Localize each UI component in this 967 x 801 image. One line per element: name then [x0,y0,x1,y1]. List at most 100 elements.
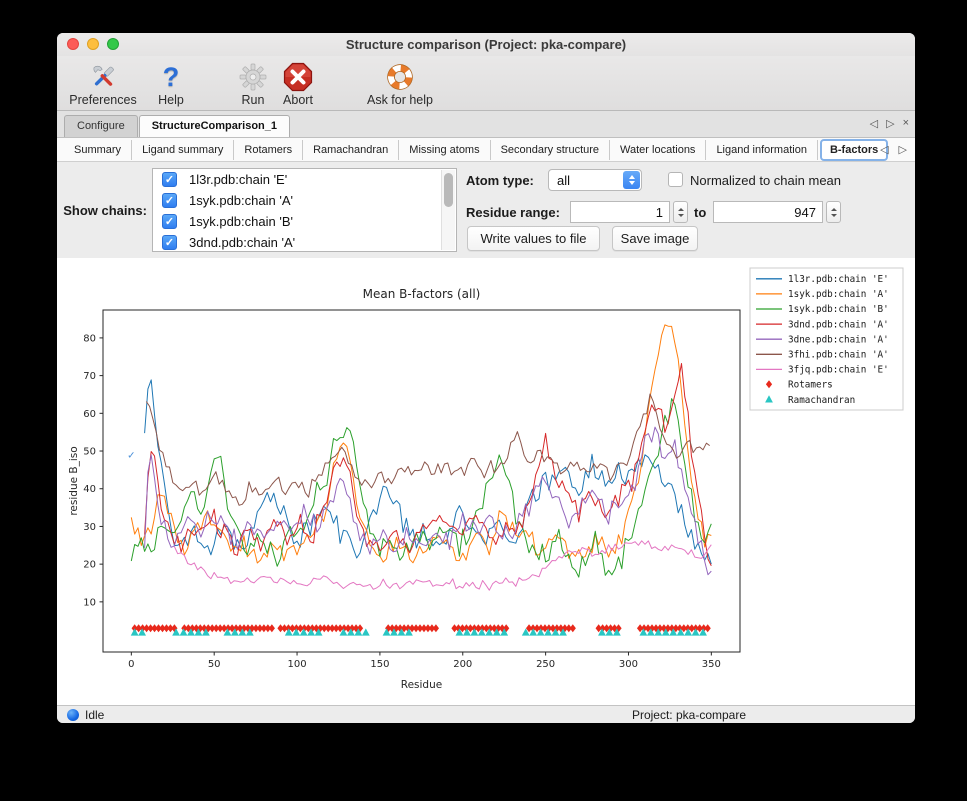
dropdown-stepper-icon [623,171,640,189]
y-tick-label: 80 [83,333,96,344]
toolbar: Preferences ? Help Run [57,56,915,111]
residue-to-input[interactable]: 947 [713,201,823,223]
y-tick-label: 40 [83,484,96,495]
abort-button[interactable]: Abort [275,62,321,107]
report-tab-b-factors[interactable]: B-factors [820,139,888,161]
chain-label: 1l3r.pdb:chain 'E' [189,172,287,187]
tab-bar-controls: ◁ ▷ × [870,117,909,130]
lifebuoy-icon [385,62,415,92]
chain-row[interactable]: ✓ 1syk.pdb:chain 'A' [153,190,456,211]
preferences-button[interactable]: Preferences [65,62,141,107]
show-chains-list[interactable]: ✓ 1l3r.pdb:chain 'E' ✓ 1syk.pdb:chain 'A' ✓ 1… [152,168,457,252]
scrollbar-thumb[interactable] [444,173,453,207]
y-tick-label: 50 [83,447,96,458]
residue-to-stepper[interactable] [826,201,841,223]
chain-checkbox[interactable]: ✓ [162,214,177,229]
report-tab-rotamers[interactable]: Rotamers [234,140,303,160]
chain-rows: ✓ 1l3r.pdb:chain 'E' ✓ 1syk.pdb:chain 'A' ✓ 1… [153,169,456,252]
report-tab-missing-atoms[interactable]: Missing atoms [399,140,490,160]
report-tab-ramachandran[interactable]: Ramachandran [303,140,399,160]
x-tick-label: 150 [370,659,389,670]
legend-entry-label: Rotamers [788,380,833,391]
abort-label: Abort [283,93,313,107]
title-bar: Structure comparison (Project: pka-compa… [57,33,915,56]
chain-checkbox[interactable]: ✓ [162,193,177,208]
tab-close-icon[interactable]: × [903,117,909,130]
y-tick-label: 60 [83,409,96,420]
x-tick-label: 50 [208,659,221,670]
y-tick-label: 70 [83,371,96,382]
report-tabs: SummaryLigand summaryRotamersRamachandra… [64,139,890,161]
help-button[interactable]: ? Help [151,62,191,107]
legend-entry-label: 1syk.pdb:chain 'A' [788,289,889,300]
x-tick-label: 200 [453,659,472,670]
y-tick-label: 10 [83,597,96,608]
write-values-button[interactable]: Write values to file [467,226,600,251]
chain-checkbox[interactable]: ✓ [162,235,177,250]
stray-check-mark: ✓ [127,451,135,462]
x-tick-label: 300 [619,659,638,670]
legend-entry-label: 3fjq.pdb:chain 'E' [788,365,889,376]
run-button[interactable]: Run [233,62,273,107]
tab-scroll-right-icon[interactable]: ▷ [886,117,894,130]
atom-type-label: Atom type: [466,173,534,188]
tab-structurecomparison-1[interactable]: StructureComparison_1 [139,115,290,137]
report-scroll-right-icon[interactable]: ▷ [899,143,907,156]
x-tick-label: 100 [288,659,307,670]
preferences-label: Preferences [69,93,136,107]
run-gear-icon [239,62,267,92]
project-text: Project: pka-compare [632,708,746,722]
atom-type-select[interactable]: all [548,169,642,191]
y-axis-label: residue B_iso [68,446,80,515]
chart-title: Mean B-factors (all) [363,287,481,301]
chain-list-scrollbar[interactable] [441,170,455,250]
normalized-label: Normalized to chain mean [690,173,841,188]
window-title: Structure comparison (Project: pka-compa… [57,37,915,52]
normalized-checkbox[interactable] [668,172,683,187]
chain-checkbox[interactable]: ✓ [162,172,177,187]
x-tick-label: 250 [536,659,555,670]
to-label: to [694,205,706,220]
legend-entry-label: 3dnd.pdb:chain 'A' [788,319,889,330]
x-axis-label: Residue [401,679,442,691]
app-window: Structure comparison (Project: pka-compa… [57,33,915,723]
report-scroll-left-icon[interactable]: ◁ [880,143,888,156]
legend-entry-label: 1syk.pdb:chain 'B' [788,304,889,315]
chain-row[interactable]: ✓ 3dnd.pdb:chain 'A' [153,232,456,252]
chain-label: 1syk.pdb:chain 'B' [189,214,293,229]
help-label: Help [158,93,184,107]
atom-type-value: all [549,173,623,188]
residue-from-stepper[interactable] [673,201,688,223]
chain-label: 3dnd.pdb:chain 'A' [189,235,295,250]
bfactor-plot: Mean B-factors (all) Residue residue B_iso… [57,258,915,705]
abort-stop-icon [283,62,313,92]
chain-row[interactable]: ✓ 1syk.pdb:chain 'B' [153,211,456,232]
residue-from-input[interactable]: 1 [570,201,670,223]
chain-label: 1syk.pdb:chain 'A' [189,193,293,208]
chart-legend: 1l3r.pdb:chain 'E'1syk.pdb:chain 'A'1syk… [750,268,903,410]
bfactor-chart-area: Mean B-factors (all) Residue residue B_iso… [57,258,915,705]
tab-configure[interactable]: Configure [64,115,138,137]
report-tab-summary[interactable]: Summary [64,140,132,160]
report-tab-ligand-summary[interactable]: Ligand summary [132,140,234,160]
report-tab-bar: SummaryLigand summaryRotamersRamachandra… [57,138,915,162]
document-tabs: ConfigureStructureComparison_1 [64,115,291,137]
help-question-icon: ? [163,62,180,92]
chain-row[interactable]: ✓ 1l3r.pdb:chain 'E' [153,169,456,190]
status-text: Idle [85,708,104,722]
ask-for-help-button[interactable]: Ask for help [355,62,445,107]
bfactor-controls-panel: Show chains: ✓ 1l3r.pdb:chain 'E' ✓ 1syk.pd… [57,162,915,258]
report-tab-water-locations[interactable]: Water locations [610,140,706,160]
report-tab-ligand-information[interactable]: Ligand information [706,140,818,160]
x-tick-label: 350 [702,659,721,670]
x-tick-label: 0 [128,659,134,670]
y-tick-label: 20 [83,560,96,571]
status-indicator-icon [67,709,79,721]
preferences-tools-icon [88,62,118,92]
y-tick-label: 30 [83,522,96,533]
tab-scroll-left-icon[interactable]: ◁ [870,117,878,130]
report-tab-secondary-structure[interactable]: Secondary structure [491,140,610,160]
show-chains-label: Show chains: [57,203,147,218]
plot-axes-box [103,310,740,652]
save-image-button[interactable]: Save image [612,226,698,251]
